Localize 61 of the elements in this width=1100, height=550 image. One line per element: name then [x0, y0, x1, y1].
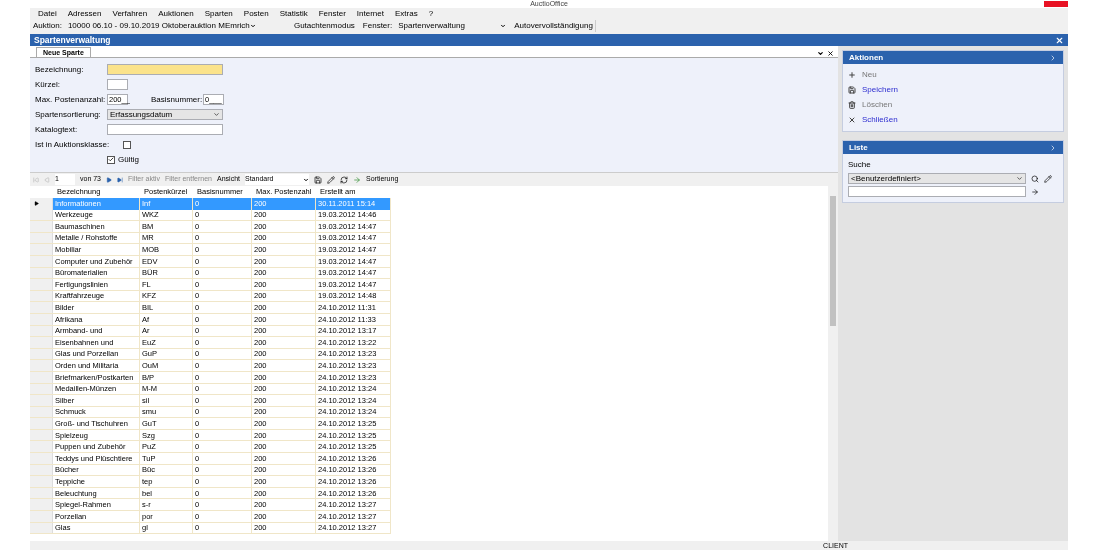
mode-button[interactable]: Gutachtenmodus	[291, 20, 357, 32]
sort-dropdown[interactable]: Erfassungsdatum	[107, 109, 223, 120]
action-link[interactable]: Speichern	[862, 84, 899, 96]
chevron-icon	[1049, 53, 1057, 62]
text-field[interactable]	[107, 124, 223, 135]
menu-item[interactable]: Extras	[395, 7, 418, 20]
menu-item[interactable]: Adressen	[67, 7, 102, 20]
menu-item[interactable]: Posten	[243, 7, 269, 20]
caret-icon	[303, 176, 309, 183]
window-dropdown[interactable]: Spartenverwaltung	[398, 20, 507, 32]
refresh-icon[interactable]	[340, 175, 348, 184]
floppy-disk-icon	[848, 86, 856, 94]
menu-item[interactable]: Sparten	[204, 7, 233, 20]
search-label: Suche	[848, 159, 872, 171]
search-dropdown[interactable]: <Benutzerdefiniert>	[848, 173, 1026, 184]
caret-icon[interactable]	[817, 50, 824, 57]
search-field[interactable]	[848, 186, 1026, 197]
arrow-right-icon[interactable]	[1031, 187, 1039, 196]
field-label: Max. Postenanzahl:	[35, 93, 107, 106]
text-field[interactable]	[107, 79, 128, 90]
auction-label: Auktion:	[33, 20, 62, 32]
field-label: Spartensortierung:	[35, 108, 102, 121]
window-label: Fenster:	[362, 20, 393, 32]
next-record-icon[interactable]	[106, 176, 113, 183]
chevron-icon	[1016, 175, 1023, 182]
field-label: Kürzel:	[35, 78, 61, 91]
panel-header[interactable]: Liste	[843, 141, 1063, 154]
caret-icon	[249, 23, 256, 29]
close-icon[interactable]	[827, 50, 834, 57]
menu-item[interactable]: Verfahren	[112, 7, 148, 20]
text-field[interactable]	[107, 64, 223, 75]
field-label: Katalogtext:	[35, 123, 79, 136]
auction-dropdown[interactable]: 10000 06.10 - 09.10.2019 Oktoberauktion MEmrich	[67, 20, 256, 32]
menu-item[interactable]: ?	[428, 7, 434, 20]
menu-item[interactable]: Statistik	[279, 7, 308, 20]
panel-title: Spartenverwaltung	[34, 33, 111, 47]
checkbox-label: Gültig	[118, 153, 139, 166]
panel-header[interactable]: Aktionen	[843, 51, 1063, 64]
menu-item[interactable]: Internet	[356, 7, 384, 20]
menu-item[interactable]: Fenster	[318, 7, 346, 20]
pencil-icon[interactable]	[1044, 174, 1052, 183]
row-pointer-icon	[34, 201, 39, 207]
plus-icon	[848, 71, 856, 79]
menu-item[interactable]: Auktionen	[158, 7, 194, 20]
pencil-icon[interactable]	[327, 175, 335, 184]
caret-icon	[500, 23, 507, 29]
trash-icon	[848, 101, 856, 109]
close-icon[interactable]	[1055, 35, 1064, 45]
checkbox[interactable]	[107, 155, 115, 164]
close-icon	[848, 116, 856, 124]
search-icon[interactable]	[1031, 174, 1039, 183]
checkbox[interactable]	[123, 140, 131, 149]
action-link[interactable]: Schließen	[862, 114, 898, 126]
chevron-icon	[1049, 143, 1057, 152]
last-record-icon[interactable]	[117, 176, 124, 183]
autocomplete-button[interactable]: Autovervollständigung	[512, 20, 596, 32]
field-label: Bezeichnung:	[35, 63, 85, 76]
field-label: Basisnummer:	[151, 93, 203, 106]
field-label: Ist in Auktionsklasse:	[35, 138, 111, 151]
menu-item[interactable]: Datei	[38, 7, 57, 20]
chevron-icon	[213, 111, 220, 118]
